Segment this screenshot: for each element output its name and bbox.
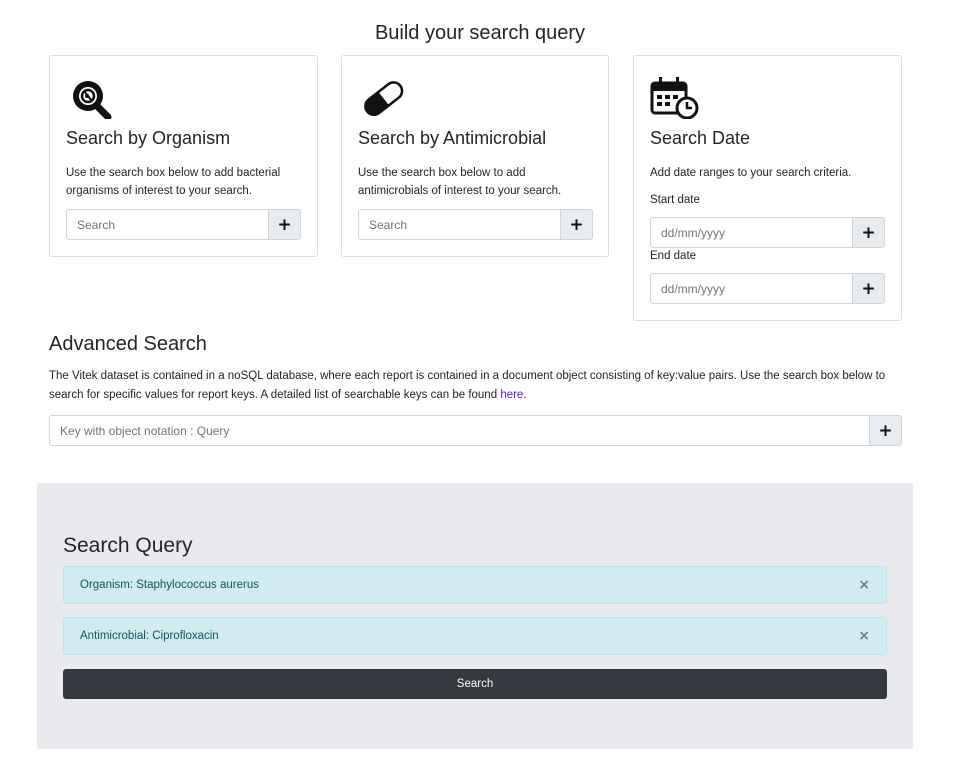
remove-organism-filter-icon[interactable]: × [858, 577, 870, 593]
start-date-group: + [650, 217, 885, 248]
antimicrobial-card: Search by Antimicrobial Use the search b… [341, 55, 609, 257]
antimicrobial-card-description: Use the search box below to add antimicr… [358, 167, 562, 197]
advanced-search-title: Advanced Search [49, 333, 207, 355]
start-date-label: Start date [650, 194, 700, 206]
antimicrobial-search-input[interactable] [359, 210, 560, 239]
antimicrobial-filter-chip: Antimicrobial: Ciprofloxacin × [63, 617, 887, 655]
organism-search-input[interactable] [67, 210, 268, 239]
end-date-label: End date [650, 250, 697, 262]
advanced-search-input[interactable] [50, 416, 869, 445]
filter-chip-label: Antimicrobial: Ciprofloxacin [80, 630, 219, 642]
advanced-search-text: The Vitek dataset is contained in a noSQ… [49, 370, 886, 401]
date-card: Search Date Add date ranges to your sear… [633, 55, 902, 321]
organism-card-description: Use the search box below to add bacteria… [66, 167, 281, 197]
end-date-input[interactable] [651, 274, 852, 303]
advanced-search-group: + [49, 415, 902, 446]
organism-card: Search by Organism Use the search box be… [49, 55, 318, 257]
pill-icon [358, 75, 410, 119]
add-advanced-query-button[interactable]: + [869, 416, 901, 445]
add-organism-button[interactable]: + [268, 210, 300, 239]
date-card-title: Search Date [650, 128, 751, 148]
start-date-input[interactable] [651, 218, 852, 247]
search-button[interactable]: Search [63, 669, 887, 699]
remove-antimicrobial-filter-icon[interactable]: × [858, 628, 870, 644]
organism-filter-chip: Organism: Staphylococcus aurerus × [63, 566, 887, 604]
advanced-search-description: The Vitek dataset is contained in a noSQ… [49, 367, 905, 405]
search-query-panel: Search Query Organism: Staphylococcus au… [37, 483, 913, 749]
organism-card-title: Search by Organism [66, 128, 231, 148]
end-date-group: + [650, 273, 885, 304]
search-query-title: Search Query [63, 534, 193, 557]
add-start-date-button[interactable]: + [852, 218, 884, 247]
organism-search-group: + [66, 209, 301, 240]
page-title: Build your search query [374, 22, 586, 44]
organism-search-icon [66, 75, 118, 121]
antimicrobial-search-group: + [358, 209, 593, 240]
filter-chip-label: Organism: Staphylococcus aurerus [80, 579, 259, 591]
date-card-description: Add date ranges to your search criteria. [650, 167, 852, 179]
searchable-keys-link[interactable]: here. [500, 389, 526, 401]
calendar-clock-icon [650, 75, 702, 120]
add-end-date-button[interactable]: + [852, 274, 884, 303]
add-antimicrobial-button[interactable]: + [560, 210, 592, 239]
antimicrobial-card-title: Search by Antimicrobial [358, 128, 547, 148]
